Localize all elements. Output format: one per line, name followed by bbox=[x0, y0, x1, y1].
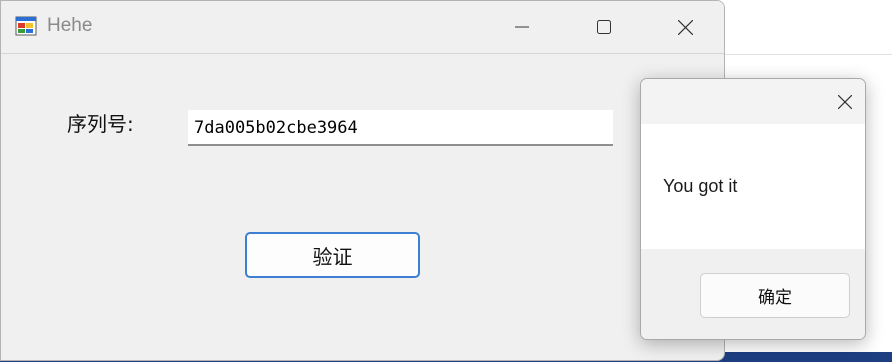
message-box-body: You got it bbox=[641, 124, 865, 249]
message-text: You got it bbox=[663, 176, 738, 196]
verify-button[interactable]: 验证 bbox=[245, 232, 420, 278]
verify-button-label: 验证 bbox=[312, 244, 353, 269]
message-box-title-bar[interactable] bbox=[641, 79, 865, 124]
title-bar[interactable]: Hehe bbox=[1, 1, 724, 54]
serial-label: 序列号: bbox=[67, 112, 134, 136]
window-title: Hehe bbox=[47, 15, 93, 36]
close-icon bbox=[838, 95, 852, 109]
close-icon bbox=[677, 19, 693, 35]
main-window: Hehe 序列号: 验证 bbox=[0, 0, 725, 361]
ok-button-label: 确定 bbox=[758, 288, 792, 308]
background-divider bbox=[724, 54, 892, 55]
maximize-button[interactable] bbox=[563, 1, 645, 53]
message-box-close-button[interactable] bbox=[829, 86, 861, 118]
message-box: You got it 确定 bbox=[640, 78, 866, 340]
close-button[interactable] bbox=[644, 1, 724, 53]
message-box-footer: 确定 bbox=[641, 249, 865, 339]
serial-input[interactable] bbox=[188, 110, 613, 146]
maximize-icon bbox=[597, 20, 611, 34]
ok-button[interactable]: 确定 bbox=[700, 273, 850, 318]
minimize-button[interactable] bbox=[481, 1, 563, 53]
minimize-icon bbox=[515, 26, 529, 28]
app-window-icon bbox=[15, 16, 37, 36]
